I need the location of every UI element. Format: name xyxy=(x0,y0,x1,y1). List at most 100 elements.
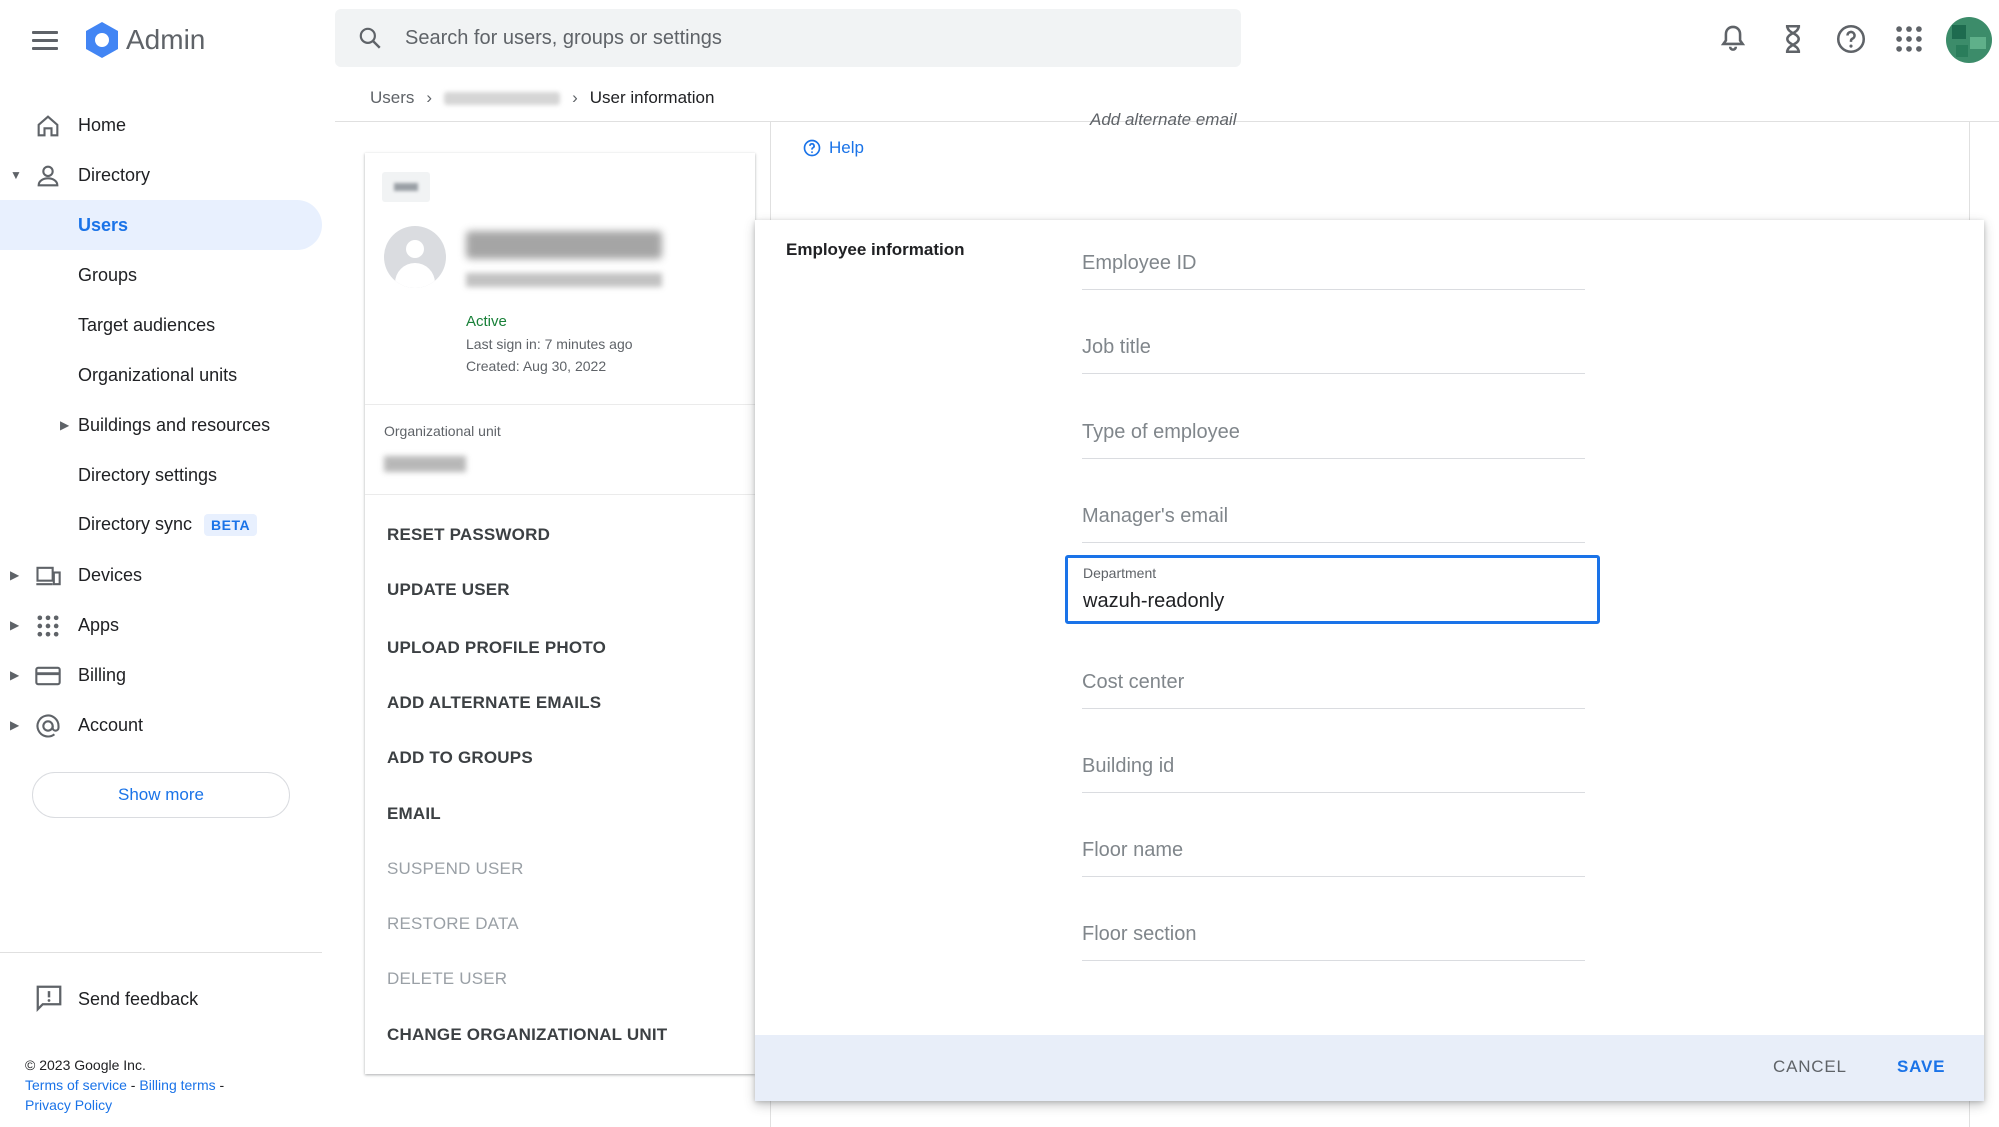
building-id-input[interactable] xyxy=(1082,755,1585,778)
floor-name-input[interactable] xyxy=(1082,839,1585,862)
footer: © 2023 Google Inc. Terms of service - Bi… xyxy=(25,1057,225,1113)
show-more-button[interactable]: Show more xyxy=(32,772,290,818)
cost-center-input[interactable] xyxy=(1082,671,1585,694)
search-bar[interactable] xyxy=(335,9,1241,67)
sidebar-item-apps[interactable]: ▶ Apps xyxy=(0,600,322,650)
top-bar: Admin xyxy=(0,0,1999,80)
sidebar-item-directory-sync[interactable]: Directory sync BETA xyxy=(0,500,322,550)
sidebar-item-account[interactable]: ▶ Account xyxy=(0,700,322,750)
chevron-right-icon: › xyxy=(572,88,578,107)
send-feedback-button[interactable]: Send feedback xyxy=(0,973,322,1023)
type-of-employee-input[interactable] xyxy=(1082,421,1585,444)
sidebar-item-users[interactable]: Users xyxy=(0,200,322,250)
floor-name-field[interactable] xyxy=(1082,831,1585,877)
created-date: Created: Aug 30, 2022 xyxy=(466,358,607,374)
privacy-policy-link[interactable]: Privacy Policy xyxy=(25,1097,112,1113)
app-title[interactable]: Admin xyxy=(126,24,205,56)
hourglass-icon[interactable] xyxy=(1776,22,1810,56)
sidebar-item-label: Account xyxy=(78,714,144,735)
breadcrumb-user-name[interactable] xyxy=(444,91,561,105)
terms-of-service-link[interactable]: Terms of service xyxy=(25,1077,127,1093)
admin-logo-icon xyxy=(86,22,118,58)
floor-section-input[interactable] xyxy=(1082,923,1585,946)
job-title-input[interactable] xyxy=(1082,336,1585,359)
suspend-user-button[interactable]: SUSPEND USER xyxy=(387,859,524,879)
caret-down-icon[interactable]: ▼ xyxy=(10,168,22,182)
floor-section-field[interactable] xyxy=(1082,915,1585,961)
add-to-groups-button[interactable]: ADD TO GROUPS xyxy=(387,748,533,768)
caret-right-icon[interactable]: ▶ xyxy=(10,568,19,582)
sidebar-divider xyxy=(0,952,322,953)
sidebar-item-devices[interactable]: ▶ Devices xyxy=(0,550,322,600)
sidebar-item-label: Directory settings xyxy=(78,464,218,485)
type-of-employee-field[interactable] xyxy=(1082,413,1585,459)
department-field[interactable]: Department xyxy=(1065,555,1600,624)
sidebar-item-organizational-units[interactable]: Organizational units xyxy=(0,350,322,400)
employee-id-field[interactable] xyxy=(1082,244,1585,290)
alternate-email-hint: Add alternate email xyxy=(1090,110,1237,129)
managers-email-field[interactable] xyxy=(1082,497,1585,543)
user-card: Active Last sign in: 7 minutes ago Creat… xyxy=(365,153,755,1074)
update-user-button[interactable]: UPDATE USER xyxy=(387,580,510,600)
sidebar-item-billing[interactable]: ▶ Billing xyxy=(0,650,322,700)
help-circle-icon xyxy=(803,139,821,157)
help-circle-icon[interactable] xyxy=(1834,22,1868,56)
delete-user-button[interactable]: DELETE USER xyxy=(387,969,507,989)
account-avatar[interactable] xyxy=(1946,17,1992,63)
breadcrumb-current: User information xyxy=(589,88,715,107)
sidebar-item-label: Organizational units xyxy=(78,364,238,385)
sidebar-item-label: Directory xyxy=(78,164,151,185)
card-divider xyxy=(365,494,755,495)
apps-grid-icon[interactable] xyxy=(1892,22,1926,56)
chevron-right-icon: › xyxy=(426,88,433,107)
help-label: Help xyxy=(829,138,864,157)
home-icon xyxy=(37,115,59,137)
sidebar-item-buildings[interactable]: ▶ Buildings and resources xyxy=(0,400,322,450)
menu-icon[interactable] xyxy=(28,26,62,54)
caret-right-icon[interactable]: ▶ xyxy=(10,718,19,732)
restore-data-button[interactable]: RESTORE DATA xyxy=(387,914,519,934)
upload-profile-photo-button[interactable]: UPLOAD PROFILE PHOTO xyxy=(387,638,606,658)
sidebar-item-directory-settings[interactable]: Directory settings xyxy=(0,450,322,500)
cost-center-field[interactable] xyxy=(1082,663,1585,709)
reset-password-button[interactable]: RESET PASSWORD xyxy=(387,525,550,545)
caret-right-icon[interactable]: ▶ xyxy=(10,668,19,682)
sidebar-item-home[interactable]: Home xyxy=(0,100,322,150)
feedback-icon xyxy=(36,985,62,1012)
department-input[interactable] xyxy=(1083,590,1583,613)
sidebar-item-directory[interactable]: ▼ Directory xyxy=(0,150,322,200)
credit-card-icon xyxy=(35,666,61,686)
sidebar-item-label: Buildings and resources xyxy=(78,414,271,435)
search-input[interactable] xyxy=(405,21,1205,55)
bell-icon[interactable] xyxy=(1716,22,1750,56)
employee-id-input[interactable] xyxy=(1082,252,1585,275)
org-unit-value xyxy=(384,456,466,472)
sidebar-item-groups[interactable]: Groups xyxy=(0,250,322,300)
user-avatar[interactable] xyxy=(384,226,446,288)
change-org-unit-button[interactable]: CHANGE ORGANIZATIONAL UNIT xyxy=(387,1025,667,1045)
save-button[interactable]: SAVE xyxy=(1897,1057,1945,1077)
add-alternate-emails-button[interactable]: ADD ALTERNATE EMAILS xyxy=(387,693,601,713)
user-name xyxy=(466,231,662,259)
email-button[interactable]: EMAIL xyxy=(387,804,441,824)
user-email xyxy=(466,273,662,287)
building-id-field[interactable] xyxy=(1082,747,1585,793)
send-feedback-label: Send feedback xyxy=(78,989,199,1009)
copyright-text: © 2023 Google Inc. xyxy=(25,1057,146,1073)
caret-right-icon[interactable]: ▶ xyxy=(60,418,69,432)
breadcrumb: Users › › User information xyxy=(370,88,714,108)
sidebar-item-label: Users xyxy=(78,214,129,235)
breadcrumb-users[interactable]: Users xyxy=(370,88,414,108)
beta-badge: BETA xyxy=(204,514,258,536)
job-title-field[interactable] xyxy=(1082,328,1585,374)
help-link[interactable]: Help xyxy=(802,138,864,158)
billing-terms-link[interactable]: Billing terms xyxy=(139,1077,215,1093)
sidebar-item-label: Target audiences xyxy=(78,314,216,335)
sidebar-item-label: Home xyxy=(78,114,127,135)
sidebar-item-label: Devices xyxy=(78,564,143,585)
cancel-button[interactable]: CANCEL xyxy=(1773,1057,1847,1077)
caret-right-icon[interactable]: ▶ xyxy=(10,618,19,632)
sidebar-item-target-audiences[interactable]: Target audiences xyxy=(0,300,322,350)
status-badge: Active xyxy=(466,313,507,330)
managers-email-input[interactable] xyxy=(1082,505,1585,528)
